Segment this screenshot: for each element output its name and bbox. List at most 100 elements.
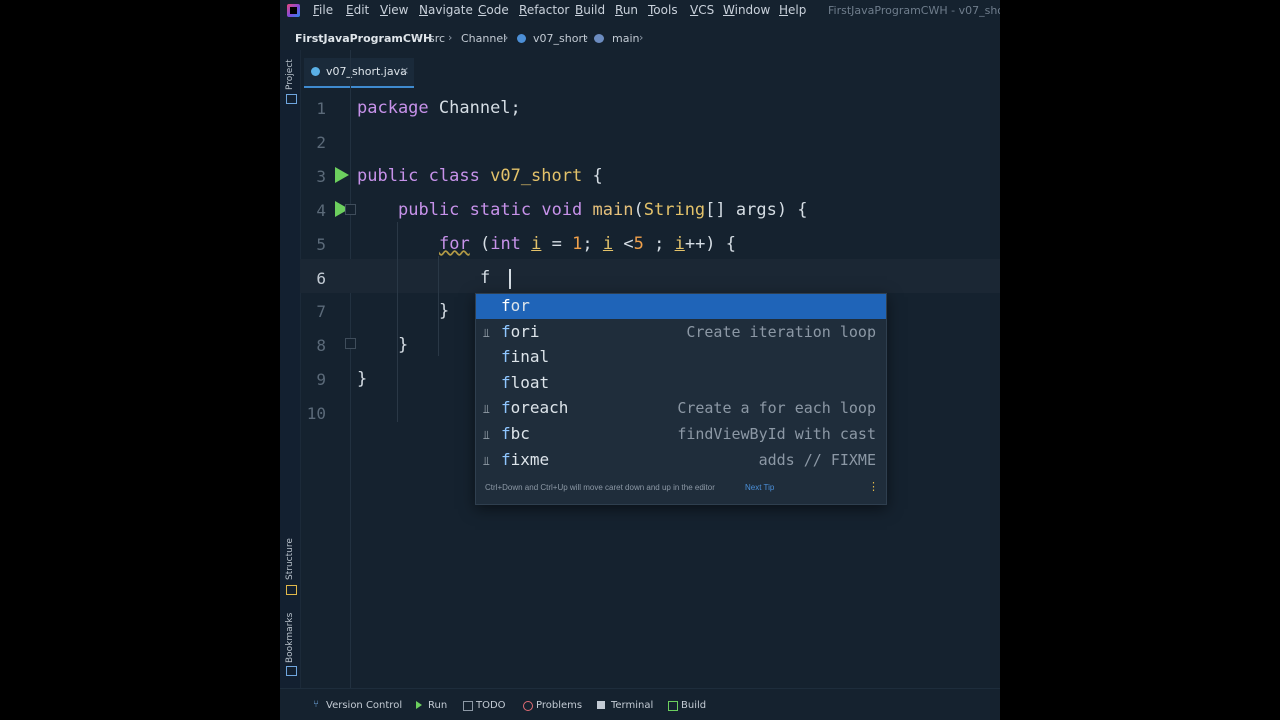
variable: i: [674, 234, 685, 254]
menu-refactor[interactable]: Refactor: [519, 3, 569, 17]
keyword: package: [357, 98, 429, 118]
menu-file[interactable]: File: [313, 3, 333, 17]
code-line-1: package Channel;: [357, 98, 521, 118]
left-tool-strip: Project Structure Bookmarks: [280, 50, 301, 720]
menu-bar: File Edit View Navigate Code Refactor Bu…: [280, 0, 1000, 22]
method-icon: [594, 34, 604, 43]
live-template-icon: ⫫: [483, 326, 490, 340]
completion-item[interactable]: ⫫ fbc findViewById with cast: [476, 422, 886, 447]
bottom-tool-bar: Version Control ⑂ Run TODO Problems Term…: [280, 688, 1000, 720]
punctuation: (: [469, 234, 491, 254]
current-line-highlight: [300, 259, 1000, 293]
next-tip-link[interactable]: Next Tip: [745, 483, 774, 492]
live-template-icon: ⫫: [483, 454, 490, 468]
menu-tools[interactable]: Tools: [648, 3, 678, 17]
punctuation: <: [613, 234, 634, 254]
completion-item[interactable]: ⫫ fori Create iteration loop: [476, 320, 886, 345]
breadcrumb-class[interactable]: v07_short: [533, 32, 587, 45]
line-number: 7: [316, 302, 326, 321]
code-line-7: }: [439, 301, 449, 321]
method-name: main: [592, 200, 634, 220]
line-number: 5: [316, 235, 326, 254]
completion-tip: Ctrl+Down and Ctrl+Up will move caret do…: [485, 483, 715, 492]
breadcrumb-package[interactable]: Channel: [461, 32, 506, 45]
punctuation: =: [541, 234, 573, 254]
run-class-icon[interactable]: [335, 167, 349, 183]
todo-tool-button[interactable]: TODO: [476, 700, 506, 711]
keyword: public: [357, 166, 419, 186]
java-class-icon: [311, 67, 320, 76]
punctuation: (: [633, 200, 644, 220]
menu-code[interactable]: Code: [478, 3, 509, 17]
project-tool-button[interactable]: Project: [285, 59, 295, 90]
terminal-tool-button[interactable]: Terminal: [611, 700, 653, 711]
code-line-3: public class v07_short {: [357, 166, 603, 186]
line-number: 10: [306, 404, 326, 423]
completion-label: float: [501, 373, 550, 392]
completion-item[interactable]: ⫫ fixme adds // FIXME: [476, 448, 886, 473]
class-name: v07_short: [490, 166, 583, 186]
code-line-4: public static void main(String[] args) {: [398, 200, 808, 220]
menu-edit[interactable]: Edit: [346, 3, 369, 17]
breadcrumb-method[interactable]: main: [612, 32, 639, 45]
menu-build[interactable]: Build: [575, 3, 605, 17]
breadcrumb-src[interactable]: src: [429, 32, 445, 45]
breadcrumb-project[interactable]: FirstJavaProgramCWH: [295, 32, 432, 45]
completion-item[interactable]: final: [476, 345, 886, 370]
line-number: 3: [316, 167, 326, 186]
problems-tool-button[interactable]: Problems: [536, 700, 582, 711]
completion-item[interactable]: float: [476, 371, 886, 396]
more-options-icon[interactable]: ⋮: [868, 480, 879, 493]
keyword: public: [398, 200, 460, 220]
code-line-5: for (int i = 1; i <5 ; i++) {: [439, 234, 736, 254]
chevron-right-icon: ›: [504, 31, 509, 44]
folder-icon: [286, 94, 297, 104]
completion-hint: Create a for each loop: [677, 399, 876, 417]
keyword: for: [439, 234, 470, 254]
structure-tool-button[interactable]: Structure: [285, 538, 295, 580]
close-icon[interactable]: ×: [400, 64, 409, 77]
run-tool-button[interactable]: Run: [428, 700, 447, 711]
brace: }: [439, 301, 450, 321]
line-number: 9: [316, 370, 326, 389]
build-icon: [668, 701, 678, 711]
line-number: 6: [316, 269, 326, 288]
code-line-6: f: [480, 268, 490, 288]
typed-text: f: [480, 268, 491, 288]
line-number: 2: [316, 133, 326, 152]
punctuation: ;: [582, 234, 603, 254]
keyword: int: [490, 234, 521, 254]
play-icon: [416, 701, 422, 709]
menu-vcs[interactable]: VCS: [690, 3, 714, 17]
completion-item[interactable]: for: [476, 294, 886, 319]
fold-icon[interactable]: [345, 204, 356, 215]
version-control-button[interactable]: Version Control: [326, 700, 402, 711]
window-title: FirstJavaProgramCWH - v07_short.ja: [828, 4, 1000, 17]
build-tool-button[interactable]: Build: [681, 700, 706, 711]
fold-icon[interactable]: [345, 338, 356, 349]
menu-navigate[interactable]: Navigate: [419, 3, 473, 17]
menu-window[interactable]: Window: [723, 3, 770, 17]
variable: i: [602, 234, 614, 254]
editor-tab[interactable]: v07_short.java ×: [304, 58, 414, 88]
menu-run[interactable]: Run: [615, 3, 638, 17]
completion-label: fori: [501, 322, 540, 341]
code-completion-popup: for ⫫ fori Create iteration loop final f…: [475, 293, 887, 505]
number: 5: [633, 234, 644, 254]
completion-item[interactable]: ⫫ foreach Create a for each loop: [476, 396, 886, 421]
type-name: String: [643, 200, 706, 220]
branch-icon: ⑂: [313, 699, 319, 710]
completion-label: final: [501, 347, 550, 366]
problems-icon: [523, 701, 533, 711]
punctuation: ++) {: [684, 234, 737, 254]
tab-label: v07_short.java: [326, 65, 407, 78]
keyword: void: [541, 200, 583, 220]
line-number: 8: [316, 336, 326, 355]
bookmarks-tool-button[interactable]: Bookmarks: [285, 613, 295, 663]
terminal-icon: [597, 701, 605, 709]
chevron-right-icon: ›: [639, 31, 644, 44]
keyword: class: [428, 166, 480, 186]
menu-help[interactable]: Help: [779, 3, 806, 17]
menu-view[interactable]: View: [380, 3, 408, 17]
live-template-icon: ⫫: [483, 402, 490, 416]
